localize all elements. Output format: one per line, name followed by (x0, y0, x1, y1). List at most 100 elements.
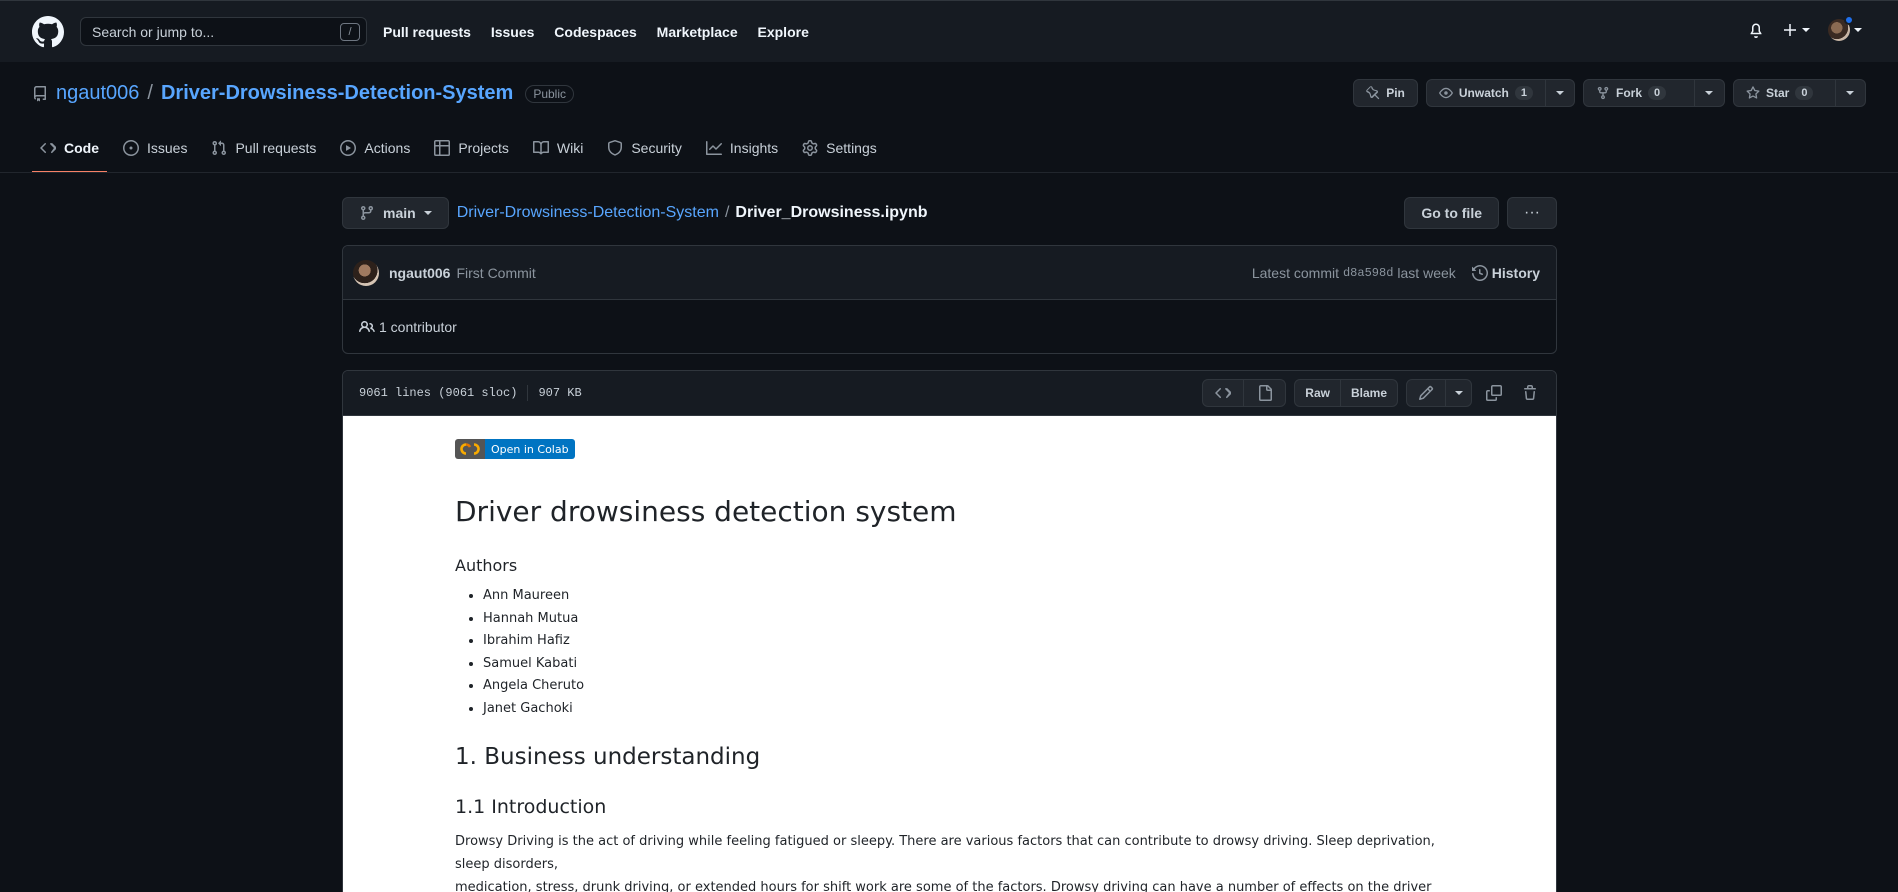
tab-projects[interactable]: Projects (426, 132, 517, 173)
top-nav-pull-requests[interactable]: Pull requests (383, 24, 471, 40)
star-button[interactable]: Star 0 (1733, 79, 1836, 107)
branch-selector[interactable]: main (342, 197, 449, 229)
tab-wiki[interactable]: Wiki (525, 132, 591, 173)
list-item: Janet Gachoki (483, 698, 1444, 721)
play-icon (340, 140, 357, 156)
eye-icon (1438, 87, 1453, 99)
book-icon (532, 140, 549, 155)
star-count: 0 (1795, 86, 1814, 100)
chevron-down-icon (1454, 391, 1463, 395)
trash-icon (1524, 385, 1536, 400)
commit-sha[interactable]: d8a598d (1343, 266, 1393, 280)
search-input[interactable]: Search or jump to... / (80, 17, 367, 46)
code-icon (40, 143, 56, 154)
colab-logo-icon (455, 439, 485, 459)
top-nav-issues[interactable]: Issues (491, 24, 535, 40)
copy-button[interactable] (1480, 379, 1508, 407)
file-tools: Raw Blame (1202, 379, 1544, 407)
pin-icon (1366, 86, 1380, 100)
github-logo-icon[interactable] (32, 15, 64, 48)
intro-line-2: medication, stress, drunk driving, or ex… (455, 880, 1432, 892)
repo-name-link[interactable]: Driver-Drowsiness-Detection-System (161, 82, 513, 105)
repo-title: ngaut006 / Driver-Drowsiness-Detection-S… (32, 82, 575, 105)
unwatch-button[interactable]: Unwatch 1 (1425, 79, 1546, 107)
tab-label: Wiki (556, 140, 584, 156)
repo-owner-link[interactable]: ngaut006 (56, 82, 139, 105)
tab-code[interactable]: Code (32, 132, 107, 173)
commit-author[interactable]: ngaut006 (389, 265, 450, 281)
tab-label: Projects (458, 140, 509, 156)
list-item: Hannah Mutua (483, 608, 1444, 631)
create-new-button[interactable] (1782, 22, 1810, 38)
breadcrumb-repo-link[interactable]: Driver-Drowsiness-Detection-System (457, 204, 719, 222)
blame-button[interactable]: Blame (1340, 379, 1398, 407)
edit-button[interactable] (1406, 379, 1446, 407)
commit-meta: Latest commit d8a598d last week History (1252, 265, 1540, 281)
breadcrumb-filename: Driver_Drowsiness.ipynb (735, 204, 928, 221)
chevron-down-icon (1802, 28, 1810, 32)
watch-dropdown-button[interactable] (1546, 79, 1575, 107)
bell-icon[interactable] (1748, 22, 1764, 38)
chevron-down-icon (1556, 91, 1564, 95)
gear-icon (802, 140, 818, 156)
tab-actions[interactable]: Actions (332, 132, 418, 173)
tab-label: Pull requests (235, 140, 317, 156)
tab-label: Security (631, 140, 682, 156)
more-options-button[interactable]: ··· (1507, 197, 1557, 229)
go-to-file-button[interactable]: Go to file (1404, 197, 1499, 229)
file-path: Driver-Drowsiness-Detection-System / Dri… (457, 204, 928, 222)
tab-pull-requests[interactable]: Pull requests (203, 132, 324, 173)
shield-icon (608, 140, 623, 156)
watch-group: Unwatch 1 (1425, 79, 1575, 107)
edit-dropdown-button[interactable] (1446, 379, 1472, 407)
repo-actions: Pin Unwatch 1 Fork 0 Star 0 (1353, 79, 1866, 107)
colab-badge-label: Open in Colab (485, 439, 575, 459)
fork-button[interactable]: Fork 0 (1583, 79, 1695, 107)
star-icon (1746, 86, 1760, 99)
star-dropdown-button[interactable] (1836, 79, 1866, 107)
raw-button[interactable]: Raw (1294, 379, 1341, 407)
unwatch-label: Unwatch (1458, 86, 1509, 100)
watch-count: 1 (1514, 86, 1533, 100)
tab-settings[interactable]: Settings (794, 132, 885, 173)
table-icon (434, 140, 451, 156)
commit-time: last week (1397, 264, 1456, 281)
pull-request-icon (212, 140, 227, 156)
edit-group (1406, 379, 1472, 407)
divider (527, 385, 529, 401)
pin-button[interactable]: Pin (1353, 79, 1418, 107)
section-heading-business: 1. Business understanding (455, 744, 761, 770)
tab-insights[interactable]: Insights (698, 132, 786, 173)
file-size: 907 KB (538, 386, 582, 400)
history-link[interactable]: History (1471, 264, 1540, 281)
commit-box: ngaut006 First Commit Latest commit d8a5… (342, 245, 1557, 354)
open-in-colab-badge[interactable]: Open in Colab (455, 439, 575, 459)
tab-security[interactable]: Security (599, 132, 690, 173)
latest-commit-row: ngaut006 First Commit Latest commit d8a5… (343, 246, 1556, 300)
graph-icon (705, 141, 722, 155)
avatar[interactable] (353, 259, 379, 286)
top-nav-marketplace[interactable]: Marketplace (657, 24, 738, 40)
commit-message[interactable]: First Commit (456, 265, 535, 281)
list-item: Samuel Kabati (483, 653, 1444, 676)
delete-button[interactable] (1516, 379, 1544, 407)
history-icon (1471, 264, 1488, 281)
section-heading-introduction: 1.1 Introduction (455, 796, 607, 818)
star-label: Star (1766, 86, 1790, 100)
chevron-down-icon (1854, 28, 1862, 32)
code-view-button[interactable] (1202, 379, 1245, 407)
tab-label: Insights (729, 140, 779, 156)
top-nav-explore[interactable]: Explore (758, 24, 809, 40)
tab-label: Settings (826, 140, 877, 156)
rendered-view-button[interactable] (1244, 379, 1287, 407)
chevron-down-icon (1846, 91, 1854, 95)
top-nav-codespaces[interactable]: Codespaces (554, 24, 636, 40)
breadcrumb: main Driver-Drowsiness-Detection-System … (342, 197, 1557, 229)
history-label: History (1491, 264, 1540, 281)
tab-issues[interactable]: Issues (115, 132, 195, 173)
top-nav: Pull requests Issues Codespaces Marketpl… (383, 24, 825, 40)
code-icon (1215, 388, 1232, 399)
user-menu[interactable] (1828, 15, 1862, 41)
contributors-row[interactable]: 1 contributor (343, 300, 1556, 353)
fork-dropdown-button[interactable] (1695, 79, 1725, 107)
